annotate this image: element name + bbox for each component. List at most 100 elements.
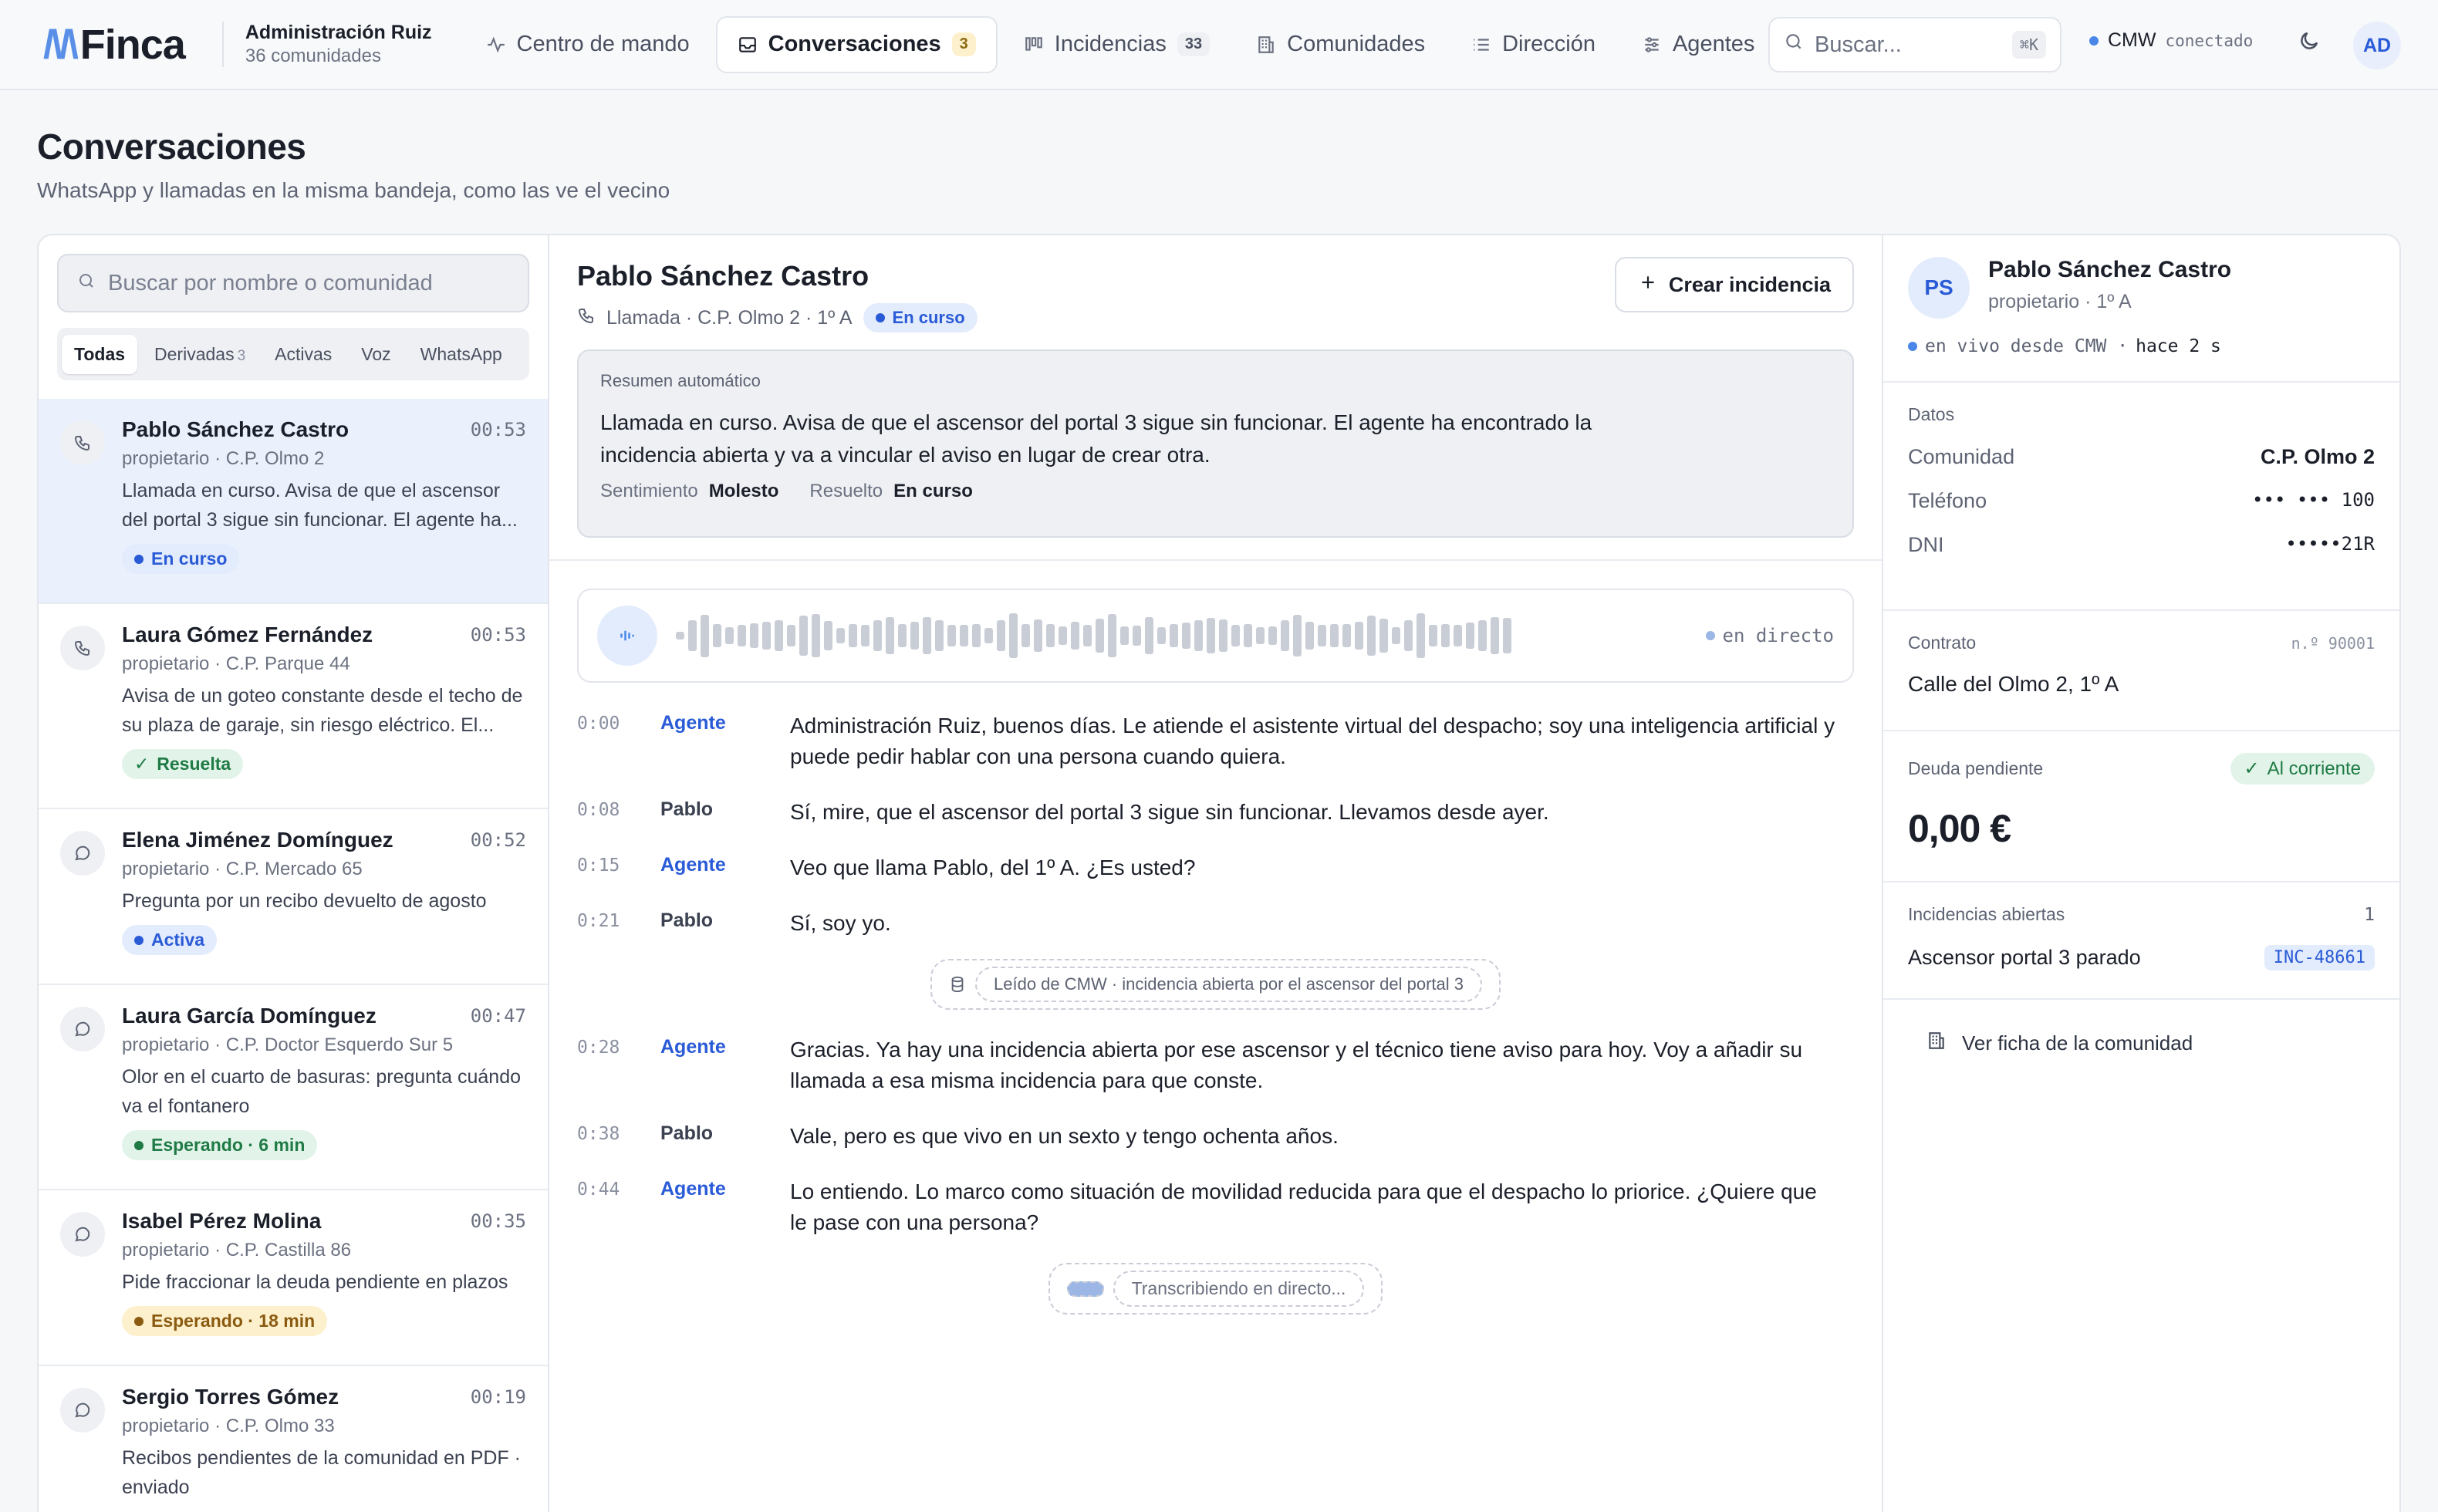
- nav-direccion[interactable]: Dirección: [1451, 16, 1616, 73]
- conversation-item[interactable]: Isabel Pérez Molina 00:35 propietario · …: [39, 1190, 548, 1366]
- waveform-bar: [1120, 626, 1129, 645]
- waveform-bar: [960, 625, 968, 646]
- nav-agentes[interactable]: Agentes: [1622, 16, 1785, 73]
- create-incident-button[interactable]: Crear incidencia: [1614, 257, 1854, 312]
- debt-value: 0,00 €: [1908, 807, 2011, 850]
- live-dot: [1705, 631, 1715, 640]
- search-icon: [77, 271, 96, 296]
- waveform-bar: [1046, 624, 1055, 647]
- incidents-card: Incidencias abiertas 1 Ascensor portal 3…: [1883, 883, 2399, 1000]
- line-text: Gracias. Ya hay una incidencia abierta p…: [790, 1038, 1803, 1092]
- incident-title: Ascensor portal 3 parado: [1908, 946, 2141, 969]
- status-label: Esperando · 6 min: [151, 1135, 306, 1155]
- filter-todas[interactable]: Todas: [62, 334, 138, 374]
- waveform-bar: [1219, 619, 1227, 652]
- live-indicator: en directo: [1705, 625, 1834, 646]
- waveform-bar: [898, 624, 907, 647]
- pulse-icon: [486, 35, 506, 55]
- dark-mode-icon[interactable]: [2298, 29, 2321, 59]
- inbox-panel: Buscar por nombre o comunidad Todas Deri…: [37, 234, 2401, 1512]
- user-avatar[interactable]: AD: [2353, 22, 2401, 69]
- conversation-item[interactable]: Elena Jiménez Domínguez 00:52 propietari…: [39, 809, 548, 985]
- building-icon: [1256, 35, 1276, 55]
- line-timestamp: 0:00: [577, 714, 620, 734]
- conversation-search-input[interactable]: Buscar por nombre o comunidad: [57, 254, 529, 312]
- system-note-text: Leído de CMW · incidencia abierta por el…: [975, 967, 1482, 1002]
- waveform-bar: [1170, 624, 1178, 647]
- organization-name: Administración Ruiz: [245, 22, 432, 43]
- audio-waveform-icon[interactable]: [597, 606, 657, 666]
- line-timestamp: 0:28: [577, 1038, 620, 1058]
- incident-item[interactable]: Ascensor portal 3 parado INC-48661: [1908, 945, 2375, 970]
- brand-logo[interactable]: /\/\ Finca: [43, 21, 186, 69]
- filter-voz[interactable]: Voz: [349, 335, 403, 374]
- waveform-bar: [1503, 618, 1511, 653]
- conversation-item[interactable]: Pablo Sánchez Castro 00:53 propietario ·…: [39, 399, 548, 604]
- status-label: Esperando · 18 min: [151, 1311, 316, 1331]
- organization-switcher[interactable]: Administración Ruiz 36 comunidades: [221, 22, 432, 67]
- status-dot: [2089, 35, 2099, 46]
- filter-whatsapp[interactable]: WhatsApp: [408, 335, 515, 374]
- filter-activas[interactable]: Activas: [262, 335, 344, 374]
- waveform-bar: [947, 625, 956, 646]
- kanban-icon: [1024, 35, 1044, 55]
- live-sync-time: hace 2 s: [2136, 336, 2221, 356]
- phone-icon: [577, 306, 596, 330]
- filter-label: Todas: [74, 343, 126, 364]
- debt-card: Deuda pendiente ✓ Al corriente 0,00 €: [1883, 731, 2399, 883]
- resolution: Resuelto En curso: [809, 481, 973, 501]
- waveform-bar: [972, 624, 981, 647]
- building-icon: [1926, 1031, 1947, 1056]
- line-text: Vale, pero es que vivo en un sexto y ten…: [790, 1124, 1339, 1148]
- nav-label: Conversaciones: [768, 32, 941, 56]
- conversation-time: 00:53: [470, 624, 526, 646]
- line-timestamp: 0:15: [577, 856, 620, 876]
- nav-conversaciones[interactable]: Conversaciones 3: [715, 15, 998, 73]
- filter-label: Activas: [275, 343, 333, 364]
- contact-card: PS Pablo Sánchez Castro propietario · 1º…: [1883, 235, 2399, 383]
- conversation-meta: Llamada · C.P. Olmo 2 · 1º A: [606, 306, 853, 329]
- conversation-meta: propietario · C.P. Mercado 65: [122, 859, 363, 879]
- phone-icon: [60, 626, 105, 670]
- waveform-bar: [1231, 625, 1240, 646]
- line-speaker: Agente: [660, 1036, 726, 1058]
- conversation-item[interactable]: Laura García Domínguez 00:47 propietario…: [39, 985, 548, 1190]
- waveform-bar: [849, 624, 857, 647]
- status-badge: En curso: [863, 303, 978, 332]
- waveform-bar: [1466, 623, 1474, 649]
- main-nav: Centro de mando Conversaciones 3 Inciden…: [466, 15, 1785, 73]
- conversation-item[interactable]: Sergio Torres Gómez 00:19 propietario · …: [39, 1366, 548, 1512]
- transcript-line: 0:00 Agente Administración Ruiz, buenos …: [577, 710, 1854, 772]
- conversation-preview: Olor en el cuarto de basuras: pregunta c…: [122, 1066, 522, 1117]
- filter-derivadas[interactable]: Derivadas 3: [142, 335, 258, 374]
- waveform-bar: [1108, 614, 1116, 657]
- conversation-time: 00:53: [470, 419, 526, 440]
- nav-centro-de-mando[interactable]: Centro de mando: [466, 16, 710, 73]
- nav-badge: 33: [1177, 32, 1211, 56]
- line-timestamp: 0:21: [577, 911, 620, 931]
- conversation-meta: propietario · C.P. Castilla 86: [122, 1240, 352, 1261]
- nav-label: Incidencias: [1054, 32, 1167, 56]
- line-text: Veo que llama Pablo, del 1º A. ¿Es usted…: [790, 856, 1196, 879]
- nav-comunidades[interactable]: Comunidades: [1236, 16, 1445, 73]
- global-search[interactable]: Buscar... ⌘K: [1768, 17, 2061, 73]
- top-navigation: /\/\ Finca Administración Ruiz 36 comuni…: [0, 0, 2438, 90]
- page-title: Conversaciones: [37, 127, 306, 167]
- conversation-name: Laura Gómez Fernández: [122, 623, 373, 646]
- nav-label: Agentes: [1672, 32, 1755, 56]
- nav-incidencias[interactable]: Incidencias 33: [1004, 16, 1230, 73]
- waveform-bar: [1059, 626, 1067, 645]
- check-icon: ✓: [134, 754, 150, 774]
- waveform-bar: [1305, 622, 1314, 650]
- page-header: Conversaciones WhatsApp y llamadas en la…: [0, 90, 2438, 234]
- waveform-bar: [1342, 624, 1351, 647]
- community-link[interactable]: Ver ficha de la comunidad: [1883, 1000, 2399, 1087]
- waveform-bar: [935, 620, 944, 651]
- conversation-item[interactable]: Laura Gómez Fernández 00:53 propietario …: [39, 604, 548, 809]
- waveform-bar: [1268, 626, 1277, 645]
- waveform-bar: [910, 622, 919, 650]
- line-text: Sí, soy yo.: [790, 911, 891, 935]
- logo-word: Finca: [79, 21, 186, 68]
- conversation-name: Pablo Sánchez Castro: [122, 417, 349, 441]
- waveform-bar: [1034, 619, 1042, 652]
